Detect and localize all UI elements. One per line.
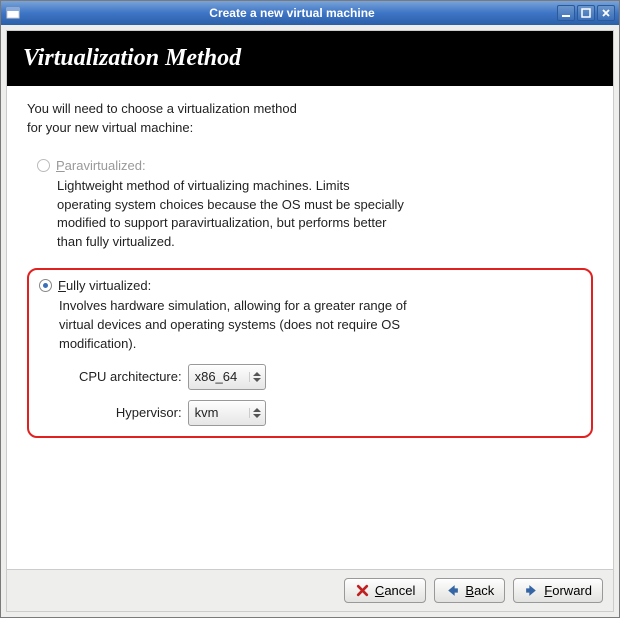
window: Create a new virtual machine Virtualizat… [0,0,620,618]
window-controls [557,5,615,21]
forward-label: Forward [544,583,592,598]
content-area: Virtualization Method You will need to c… [6,30,614,612]
option-paravirtualized: Paravirtualized: Lightweight method of v… [27,150,593,262]
app-icon [5,5,21,21]
back-icon [445,583,460,598]
forward-icon [524,583,539,598]
label-fullyvirtualized: Fully virtualized: [58,278,151,293]
label-paravirtualized: Paravirtualized: [56,158,146,173]
maximize-button[interactable] [577,5,595,21]
hypervisor-select[interactable]: kvm [188,400,266,426]
forward-button[interactable]: Forward [513,578,603,603]
hypervisor-value: kvm [195,405,249,420]
option-paravirtualized-head[interactable]: Paravirtualized: [37,158,583,173]
cpu-architecture-value: x86_64 [195,369,249,384]
spinner-icon [249,372,261,382]
full-fields: CPU architecture: x86_64 Hypervisor: kvm [79,364,266,426]
intro-text: You will need to choose a virtualization… [27,100,593,138]
titlebar: Create a new virtual machine [1,1,619,25]
intro-line1: You will need to choose a virtualization… [27,100,593,119]
desc-paravirtualized: Lightweight method of virtualizing machi… [57,177,407,252]
hypervisor-label: Hypervisor: [79,405,182,420]
minimize-button[interactable] [557,5,575,21]
radio-paravirtualized[interactable] [37,159,50,172]
window-title: Create a new virtual machine [27,6,557,20]
cancel-icon [355,583,370,598]
cancel-label: Cancel [375,583,415,598]
cancel-button[interactable]: Cancel [344,578,426,603]
option-fullyvirtualized-head[interactable]: Fully virtualized: [39,278,581,293]
back-button[interactable]: Back [434,578,505,603]
close-button[interactable] [597,5,615,21]
spinner-icon [249,408,261,418]
option-fullyvirtualized: Fully virtualized: Involves hardware sim… [27,268,593,438]
body: You will need to choose a virtualization… [7,86,613,569]
page-heading: Virtualization Method [7,31,613,86]
radio-fullyvirtualized[interactable] [39,279,52,292]
intro-line2: for your new virtual machine: [27,119,593,138]
footer: Cancel Back Forward [7,569,613,611]
cpu-architecture-select[interactable]: x86_64 [188,364,266,390]
cpu-architecture-label: CPU architecture: [79,369,182,384]
desc-fullyvirtualized: Involves hardware simulation, allowing f… [59,297,409,354]
back-label: Back [465,583,494,598]
